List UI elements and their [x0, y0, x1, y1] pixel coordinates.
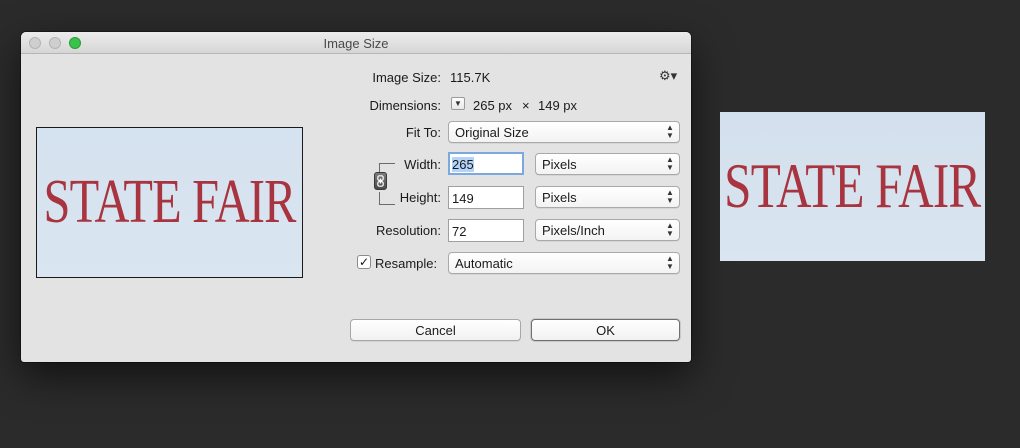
image-size-value: 115.7K — [450, 70, 491, 85]
select-arrows-icon: ▲ ▼ — [666, 188, 674, 205]
resample-select[interactable]: Automatic ▲ ▼ — [448, 252, 680, 274]
image-preview: STATE FAIR — [36, 127, 303, 278]
preview-image-text: STATE FAIR — [43, 168, 296, 236]
chevron-down-icon: ▼ — [454, 99, 462, 108]
dimensions-height: 149 px — [538, 98, 578, 113]
resample-value: Automatic — [455, 256, 513, 271]
document-canvas-image: STATE FAIR — [720, 112, 985, 261]
dimensions-label: Dimensions: — [369, 98, 441, 113]
titlebar: Image Size — [21, 32, 691, 54]
cancel-button[interactable]: Cancel — [350, 319, 521, 341]
height-unit-value: Pixels — [542, 190, 577, 205]
gear-icon[interactable]: ⚙▾ — [659, 68, 677, 84]
ok-button[interactable]: OK — [531, 319, 680, 341]
width-unit-select[interactable]: Pixels ▲ ▼ — [535, 153, 680, 175]
dimensions-units-menu[interactable]: ▼ — [451, 97, 465, 110]
resolution-label: Resolution: — [375, 223, 441, 238]
resample-label: Resample: — [375, 256, 438, 271]
width-input-value: 265 — [452, 157, 474, 172]
select-arrows-icon: ▲ ▼ — [666, 155, 674, 172]
fit-to-select[interactable]: Original Size ▲ ▼ — [448, 121, 680, 143]
checkmark-icon: ✓ — [358, 255, 370, 269]
width-input[interactable]: 265 — [448, 152, 524, 175]
select-arrows-icon: ▲ ▼ — [666, 221, 674, 238]
image-size-dialog: Image Size STATE FAIR ⚙▾ Image Size: 115… — [21, 32, 691, 362]
resolution-input[interactable]: 72 — [448, 219, 524, 242]
height-label: Height: — [399, 190, 441, 205]
height-input-value: 149 — [452, 191, 474, 206]
select-arrows-icon: ▲ ▼ — [666, 123, 674, 140]
canvas-image-text: STATE FAIR — [724, 151, 981, 221]
fit-to-value: Original Size — [455, 125, 529, 140]
image-size-label: Image Size: — [372, 70, 441, 85]
fit-to-label: Fit To: — [405, 125, 441, 140]
resample-checkbox[interactable]: ✓ — [357, 255, 371, 269]
constrain-proportions-link-icon[interactable] — [374, 172, 387, 190]
resolution-input-value: 72 — [452, 224, 467, 239]
dialog-title: Image Size — [323, 36, 389, 51]
select-arrows-icon: ▲ ▼ — [666, 254, 674, 271]
resolution-unit-value: Pixels/Inch — [542, 223, 605, 238]
dimensions-times: × — [522, 98, 530, 113]
width-unit-value: Pixels — [542, 157, 577, 172]
height-input[interactable]: 149 — [448, 186, 524, 209]
resolution-unit-select[interactable]: Pixels/Inch ▲ ▼ — [535, 219, 680, 241]
height-unit-select[interactable]: Pixels ▲ ▼ — [535, 186, 680, 208]
dimensions-width: 265 px — [473, 98, 513, 113]
